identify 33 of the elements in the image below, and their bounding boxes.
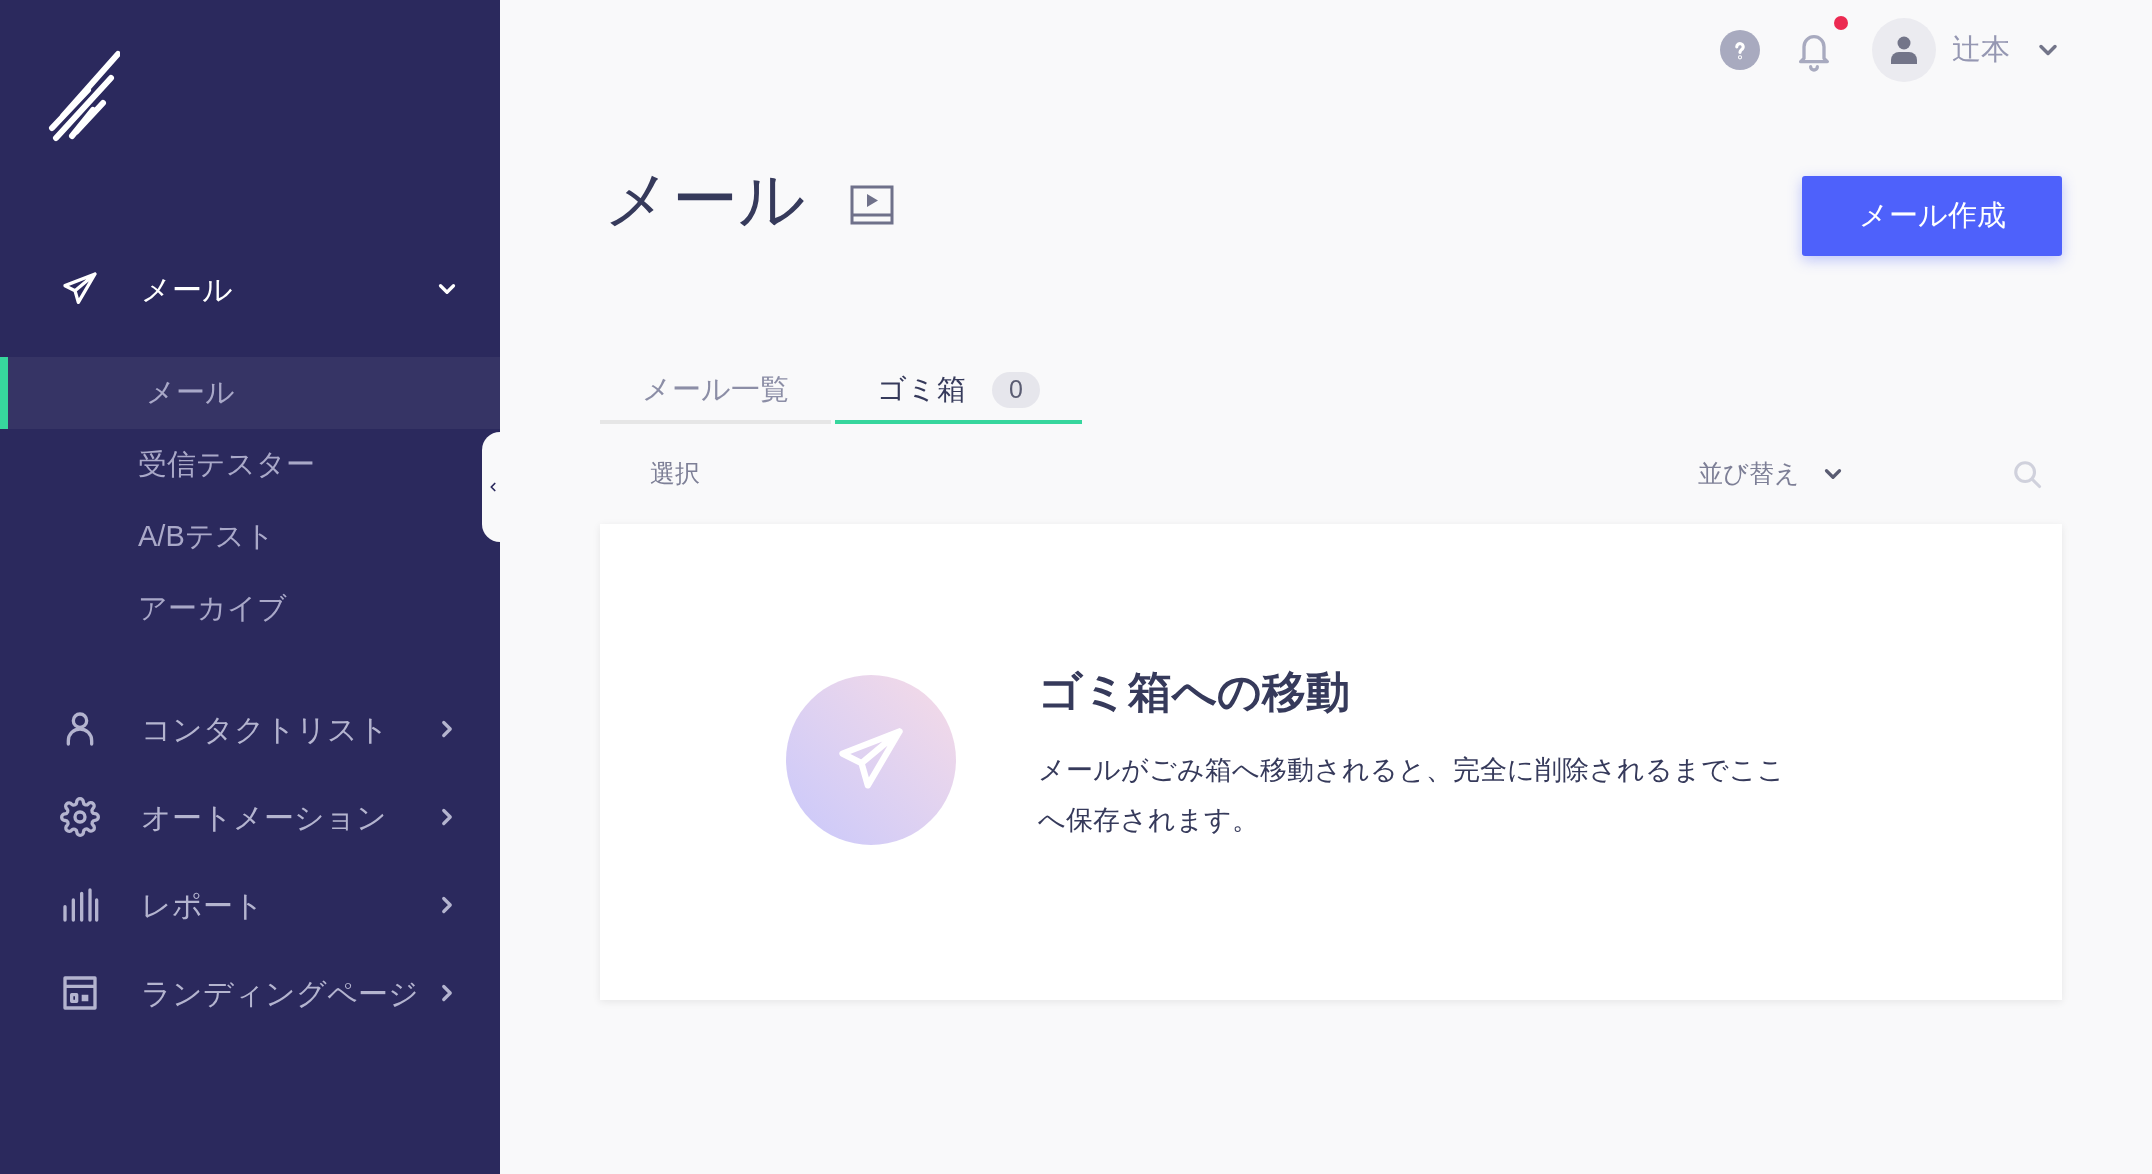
select-button[interactable]: 選択 <box>650 455 1698 493</box>
tab-label: メール一覧 <box>642 372 789 408</box>
sort-dropdown[interactable]: 並び替え <box>1698 455 1846 493</box>
submenu-item[interactable]: メール <box>0 357 500 429</box>
nav-label: レポート <box>141 887 265 924</box>
nav-item[interactable]: メール <box>0 245 500 333</box>
page-title: メール <box>604 166 806 232</box>
person-icon <box>1891 36 1917 64</box>
submenu-item[interactable]: A/Bテスト <box>0 501 283 573</box>
nav-label: メール <box>141 271 234 308</box>
compose-button[interactable]: メール作成 <box>1802 176 2062 256</box>
nav-label: コンタクトリスト <box>141 711 390 748</box>
nav-item[interactable]: コンタクトリスト <box>0 685 500 773</box>
submenu-item[interactable]: 受信テスター <box>0 429 323 501</box>
bar-chart-icon <box>60 885 100 925</box>
logo-icon <box>48 48 120 144</box>
collapse-handle[interactable] <box>482 432 500 542</box>
landing-page-icon <box>60 973 100 1013</box>
tab[interactable]: ゴミ箱 0 <box>835 360 1082 424</box>
tab-label: ゴミ箱 <box>877 372 966 408</box>
empty-state-description: メールがごみ箱へ移動されると、完全に削除されるまでここへ保存されます。 <box>1038 754 1786 837</box>
help-icon[interactable] <box>1720 30 1760 70</box>
nav-item[interactable]: レポート <box>0 861 500 949</box>
nav-item[interactable]: オートメーション <box>0 773 500 861</box>
nav-label: オートメーション <box>141 799 388 836</box>
empty-state-heading: ゴミ箱への移動 <box>1038 666 1351 718</box>
submenu-item[interactable]: アーカイブ <box>0 573 295 645</box>
nav-label: ランディングページ <box>141 975 420 1012</box>
nav-item[interactable]: ランディングページ <box>0 949 500 1037</box>
count-badge: 0 <box>992 372 1040 408</box>
video-icon[interactable] <box>850 185 894 225</box>
settings-icon <box>60 797 100 837</box>
tab[interactable]: メール一覧 <box>600 360 831 424</box>
